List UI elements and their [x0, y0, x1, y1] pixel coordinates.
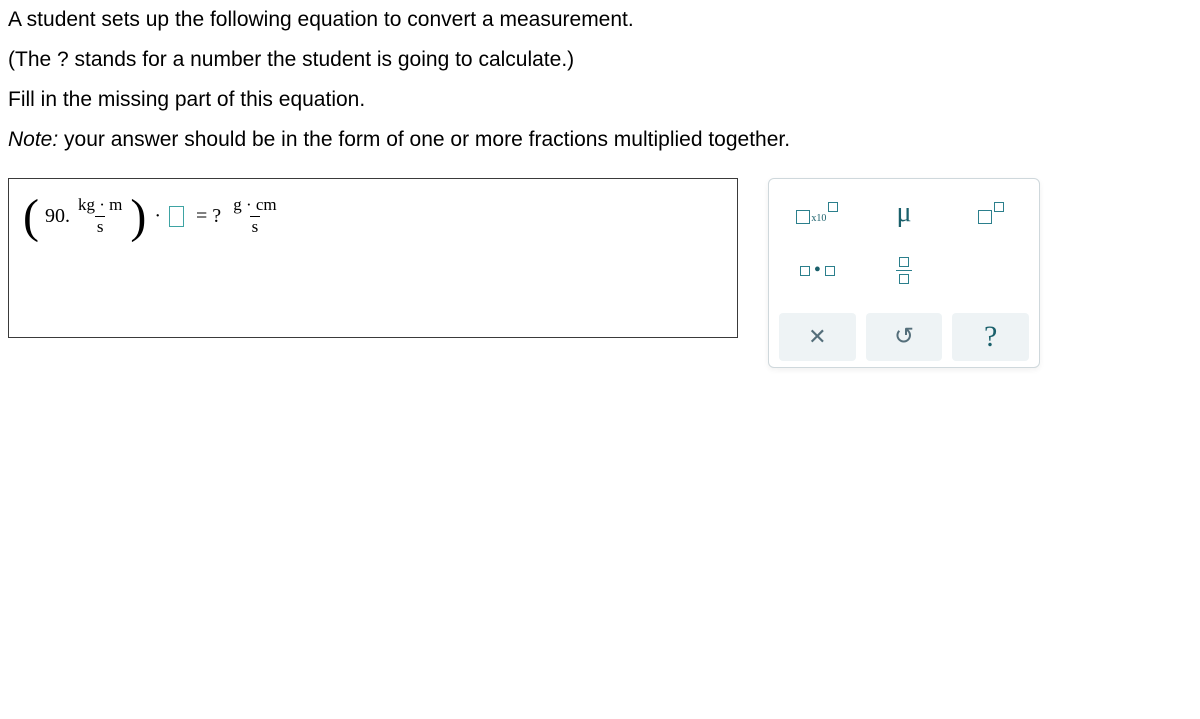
answer-input-placeholder[interactable]: [169, 206, 184, 227]
placeholder-icon: [978, 210, 992, 224]
keypad-power-button[interactable]: [952, 189, 1029, 237]
placeholder-icon: [899, 257, 909, 267]
keypad: x10 μ •: [768, 178, 1040, 368]
equation: ( 90. kg · m s ) · = ? g · cm s: [23, 189, 279, 238]
note-label: Note:: [8, 128, 58, 151]
dot-icon: •: [810, 259, 825, 282]
placeholder-icon: [796, 210, 810, 224]
prompt-line-3: Fill in the missing part of this equatio…: [8, 80, 1192, 120]
keypad-fraction-button[interactable]: [866, 247, 943, 295]
mu-icon: μ: [896, 197, 911, 229]
close-icon: ✕: [808, 324, 826, 350]
paren-close: ): [130, 195, 146, 238]
placeholder-icon: [828, 202, 838, 212]
coefficient: 90.: [45, 205, 70, 228]
keypad-multiply-button[interactable]: •: [779, 247, 856, 295]
x10-label: x10: [811, 213, 826, 224]
prompt-line-1: A student sets up the following equation…: [8, 0, 1192, 40]
help-icon: ?: [984, 320, 997, 354]
keypad-empty: [952, 247, 1029, 295]
lhs-numerator: kg · m: [76, 196, 124, 216]
lhs-fraction: kg · m s: [76, 196, 124, 236]
fraction-bar-icon: [896, 270, 912, 272]
answer-area[interactable]: ( 90. kg · m s ) · = ? g · cm s: [8, 178, 738, 338]
undo-icon: ↻: [894, 322, 914, 351]
equals-text: = ?: [190, 205, 225, 228]
placeholder-icon: [994, 202, 1004, 212]
prompt-line-2: (The ? stands for a number the student i…: [8, 40, 1192, 80]
placeholder-icon: [899, 274, 909, 284]
keypad-mu-button[interactable]: μ: [866, 189, 943, 237]
placeholder-icon: [825, 266, 835, 276]
keypad-scientific-button[interactable]: x10: [779, 189, 856, 237]
keypad-help-button[interactable]: ?: [952, 313, 1029, 361]
placeholder-icon: [800, 266, 810, 276]
keypad-undo-button[interactable]: ↻: [866, 313, 943, 361]
paren-open: (: [23, 195, 39, 238]
multiply-dot: ·: [152, 205, 163, 228]
lhs-denominator: s: [95, 216, 106, 237]
keypad-clear-button[interactable]: ✕: [779, 313, 856, 361]
rhs-numerator: g · cm: [231, 196, 278, 216]
rhs-denominator: s: [250, 216, 261, 237]
rhs-fraction: g · cm s: [231, 196, 278, 236]
prompt-note: Note: your answer should be in the form …: [8, 120, 1192, 160]
note-text: your answer should be in the form of one…: [58, 128, 790, 151]
question-prompt: A student sets up the following equation…: [0, 0, 1200, 160]
